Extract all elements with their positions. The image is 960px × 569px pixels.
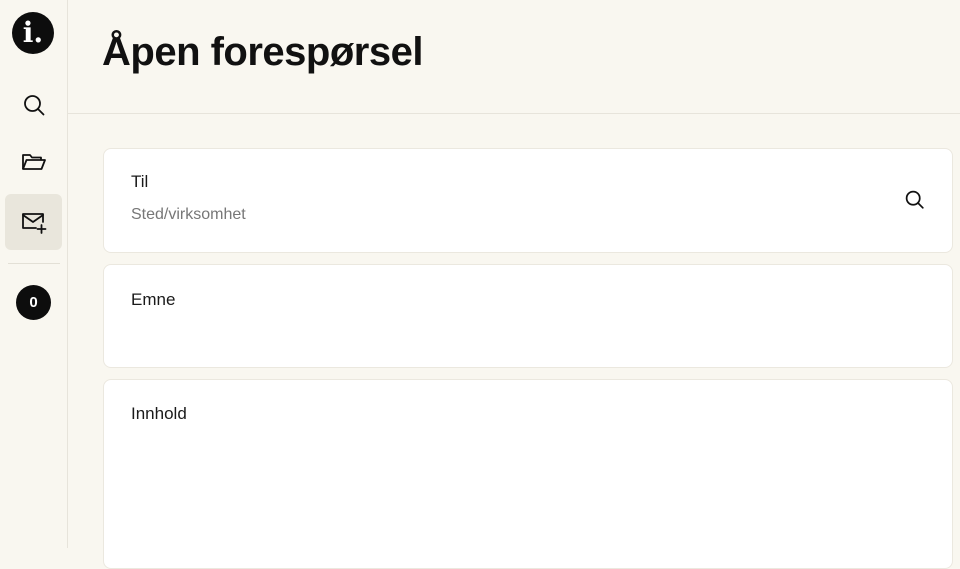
to-field-card[interactable]: Til — [103, 148, 953, 253]
content-field-label: Innhold — [131, 404, 187, 423]
count-badge[interactable]: 0 — [16, 285, 51, 320]
search-icon — [904, 189, 925, 215]
mail-plus-icon — [20, 209, 48, 235]
logo-text: i. — [22, 16, 44, 49]
content-field-textarea[interactable] — [131, 436, 921, 536]
header: Åpen forespørsel — [68, 0, 960, 114]
search-icon — [22, 93, 46, 117]
page-title: Åpen forespørsel — [102, 30, 423, 74]
to-field-input[interactable] — [131, 205, 871, 225]
sidebar-item-search[interactable] — [5, 77, 62, 133]
subject-field-card[interactable]: Emne — [103, 264, 953, 368]
sidebar: i. 0 — [0, 0, 68, 548]
logo[interactable]: i. — [12, 12, 54, 54]
sidebar-divider — [8, 263, 60, 264]
count-badge-value: 0 — [29, 294, 38, 311]
subject-field-label: Emne — [131, 290, 176, 309]
to-field-label: Til — [131, 172, 149, 191]
sidebar-item-new-request[interactable] — [5, 194, 62, 250]
subject-field-input[interactable] — [131, 323, 921, 343]
sidebar-item-folder[interactable] — [5, 134, 62, 190]
to-search-button[interactable] — [902, 190, 926, 214]
content-field-card[interactable]: Innhold — [103, 379, 953, 569]
folder-open-icon — [21, 150, 47, 174]
